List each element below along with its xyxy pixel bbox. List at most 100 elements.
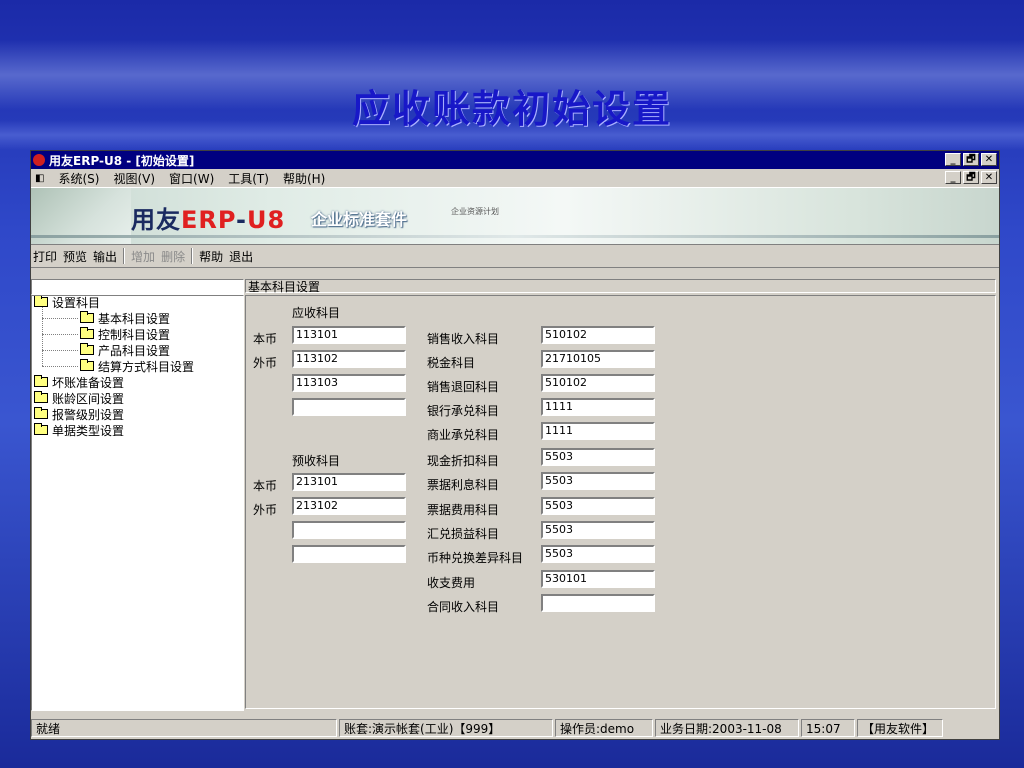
commercial-acceptance-label: 商业承兑科目 <box>427 428 500 442</box>
note-interest-field[interactable]: 5503 <box>541 472 655 490</box>
print-button[interactable]: 打印 <box>33 248 57 265</box>
sales-revenue-field[interactable]: 510102 <box>541 326 655 344</box>
tree-item-label: 基本科目设置 <box>98 311 171 326</box>
status-ready: 就绪 <box>31 719 337 737</box>
tree-line <box>42 306 43 366</box>
tree-item-label: 产品科目设置 <box>98 343 171 358</box>
banner-small-text: 企业资源计划 <box>451 207 499 216</box>
preview-button[interactable]: 预览 <box>63 248 87 265</box>
tree-header <box>31 279 244 295</box>
income-expense-field[interactable]: 530101 <box>541 570 655 588</box>
bank-acceptance-field[interactable]: 1111 <box>541 398 655 416</box>
title-bar: 用友ERP-U8 - [初始设置] _ 🗗 ✕ <box>31 151 999 169</box>
status-operator: 操作员:demo <box>555 719 653 737</box>
note-expense-label: 票据费用科目 <box>427 503 500 517</box>
local-currency-label: 本币 <box>253 332 278 346</box>
brand-banner: 用友ERP-U8 企业标准套件 企业资源计划 <box>31 187 999 245</box>
menu-bar: ◧ 系统(S) 视图(V) 窗口(W) 工具(T) 帮助(H) _ 🗗 ✕ <box>31 169 999 187</box>
slide-title: 应收账款初始设置 <box>351 87 672 131</box>
contract-income-label: 合同收入科目 <box>427 600 500 614</box>
tree-item-alert-level[interactable]: 报警级别设置 <box>34 406 124 422</box>
tree-item-label: 账龄区间设置 <box>52 391 125 406</box>
app-window: 用友ERP-U8 - [初始设置] _ 🗗 ✕ ◧ 系统(S) 视图(V) 窗口… <box>30 150 1000 740</box>
folder-open-icon <box>34 296 48 307</box>
menu-help[interactable]: 帮助(H) <box>283 170 325 187</box>
exchange-gain-loss-field[interactable]: 5503 <box>541 521 655 539</box>
tree-item-label: 单据类型设置 <box>52 423 125 438</box>
tree-item-basic-accounts[interactable]: 基本科目设置 <box>80 310 170 326</box>
receivable-local-field[interactable]: 113101 <box>292 326 406 344</box>
tree-item-settlement-accounts[interactable]: 结算方式科目设置 <box>80 358 194 374</box>
prepaid-foreign-field[interactable]: 213102 <box>292 497 406 515</box>
child-minimize-button[interactable]: _ <box>945 171 961 184</box>
restore-button[interactable]: 🗗 <box>963 153 979 166</box>
brand-logo: 用友ERP-U8 <box>131 206 286 234</box>
tree-item-label: 报警级别设置 <box>52 407 125 422</box>
tree-line <box>42 366 78 367</box>
tree-line <box>42 350 78 351</box>
folder-icon <box>80 359 94 371</box>
close-button[interactable]: ✕ <box>981 153 997 166</box>
menu-window[interactable]: 窗口(W) <box>169 170 214 187</box>
exit-button[interactable]: 退出 <box>229 248 253 265</box>
sales-return-label: 销售退回科目 <box>427 380 500 394</box>
window-title: 用友ERP-U8 - [初始设置] <box>49 153 195 168</box>
contract-income-field[interactable] <box>541 594 655 612</box>
child-window-controls: _ 🗗 ✕ <box>945 171 997 184</box>
tree-item-setup-accounts[interactable]: 设置科目 <box>34 295 101 310</box>
folder-icon <box>34 423 48 435</box>
commercial-acceptance-field[interactable]: 1111 <box>541 422 655 440</box>
child-restore-button[interactable]: 🗗 <box>963 171 979 184</box>
tree-item-bad-debt[interactable]: 坏账准备设置 <box>34 374 124 390</box>
receivable-foreign-field[interactable]: 113102 <box>292 350 406 368</box>
folder-icon <box>80 327 94 339</box>
menu-system[interactable]: 系统(S) <box>58 170 99 187</box>
note-expense-field[interactable]: 5503 <box>541 497 655 515</box>
folder-icon <box>80 343 94 355</box>
tree-item-aging-range[interactable]: 账龄区间设置 <box>34 390 124 406</box>
cash-discount-field[interactable]: 5503 <box>541 448 655 466</box>
prepaid-local-field[interactable]: 213101 <box>292 473 406 491</box>
banner-line <box>31 235 999 238</box>
tree-item-product-accounts[interactable]: 产品科目设置 <box>80 342 170 358</box>
app-icon <box>33 154 45 166</box>
tax-field[interactable]: 21710105 <box>541 350 655 368</box>
foreign-currency-label: 外币 <box>253 503 278 517</box>
currency-exchange-diff-field[interactable]: 5503 <box>541 545 655 563</box>
receivable-header: 应收科目 <box>292 306 341 320</box>
status-business-date: 业务日期:2003-11-08 <box>655 719 799 737</box>
minimize-button[interactable]: _ <box>945 153 961 166</box>
tree-item-label: 设置科目 <box>52 295 101 310</box>
prepaid-header: 预收科目 <box>292 454 341 468</box>
cash-discount-label: 现金折扣科目 <box>427 454 500 468</box>
tree-item-label: 控制科目设置 <box>98 327 171 342</box>
status-account: 账套:演示帐套(工业)【999】 <box>339 719 553 737</box>
help-button[interactable]: 帮助 <box>199 248 223 265</box>
folder-icon <box>34 375 48 387</box>
foreign-currency-label: 外币 <box>253 356 278 370</box>
folder-icon <box>34 407 48 419</box>
menu-system-icon[interactable]: ◧ <box>35 173 44 184</box>
sales-return-field[interactable]: 510102 <box>541 374 655 392</box>
add-button[interactable]: 增加 <box>131 248 155 265</box>
menu-view[interactable]: 视图(V) <box>113 170 155 187</box>
prepaid-field-4[interactable] <box>292 545 406 563</box>
delete-button[interactable]: 删除 <box>161 248 185 265</box>
sales-revenue-label: 销售收入科目 <box>427 332 500 346</box>
tree-line <box>42 318 78 319</box>
tree-item-label: 坏账准备设置 <box>52 375 125 390</box>
child-close-button[interactable]: ✕ <box>981 171 997 184</box>
receivable-field-3[interactable]: 113103 <box>292 374 406 392</box>
prepaid-field-3[interactable] <box>292 521 406 539</box>
tree-item-document-type[interactable]: 单据类型设置 <box>34 422 124 438</box>
status-brand: 【用友软件】 <box>857 719 943 737</box>
export-button[interactable]: 输出 <box>93 248 117 265</box>
menu-tools[interactable]: 工具(T) <box>228 170 269 187</box>
window-controls: _ 🗗 ✕ <box>945 153 997 166</box>
panel-title: 基本科目设置 <box>245 279 996 294</box>
bank-acceptance-label: 银行承兑科目 <box>427 404 500 418</box>
tree-item-control-accounts[interactable]: 控制科目设置 <box>80 326 170 342</box>
receivable-field-4[interactable] <box>292 398 406 416</box>
note-interest-label: 票据利息科目 <box>427 478 500 492</box>
toolbar-separator <box>191 248 194 264</box>
